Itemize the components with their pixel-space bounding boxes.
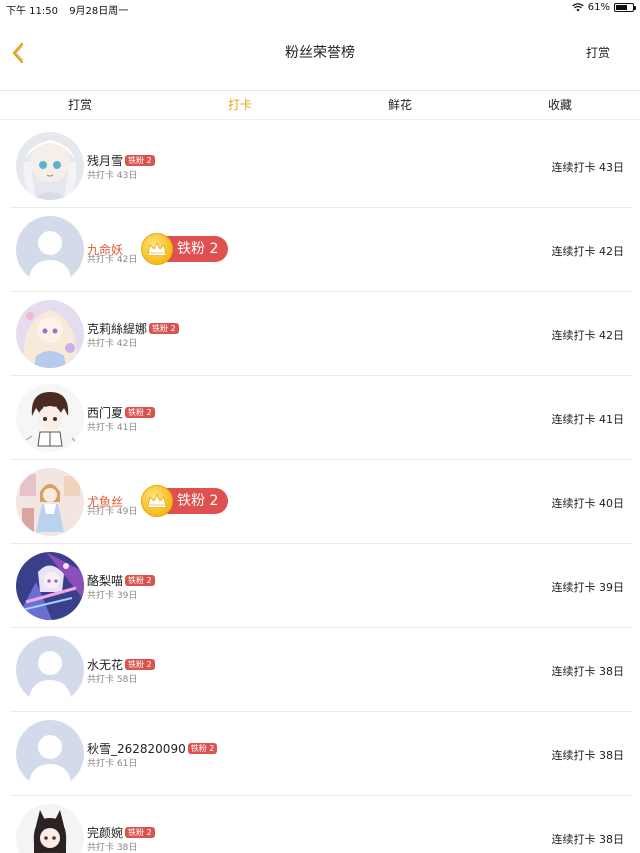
name-line: 水无花 铁粉 2 bbox=[87, 656, 155, 673]
tab-favorites[interactable]: 收藏 bbox=[480, 91, 640, 119]
default-avatar-icon bbox=[16, 720, 84, 788]
default-avatar-icon bbox=[16, 216, 84, 284]
fan-name[interactable]: 水无花 bbox=[87, 656, 123, 673]
streak-label: 连续打卡 42日 bbox=[551, 245, 625, 258]
tab-bar: 打赏 打卡 鲜花 收藏 bbox=[0, 90, 640, 120]
list-item[interactable]: 克莉絲緹娜 铁粉 2 共打卡 42日 连续打卡 42日 bbox=[10, 292, 632, 376]
fan-name[interactable]: 克莉絲緹娜 bbox=[87, 320, 147, 337]
avatar[interactable] bbox=[16, 552, 84, 620]
avatar[interactable] bbox=[16, 804, 84, 853]
list-item[interactable]: 九命妖 铁粉 2 共打卡 42日 连续打卡 42日 bbox=[10, 208, 632, 292]
avatar[interactable] bbox=[16, 300, 84, 368]
wifi-icon bbox=[572, 3, 584, 12]
tab-flowers[interactable]: 鲜花 bbox=[320, 91, 480, 119]
name-line: 残月雪 铁粉 2 bbox=[87, 152, 155, 169]
fan-level-badge: 铁粉 2 bbox=[141, 233, 229, 265]
avatar[interactable] bbox=[16, 132, 84, 200]
page-title: 粉丝荣誉榜 bbox=[285, 45, 355, 61]
fan-name[interactable]: 完颜婉 bbox=[87, 824, 123, 841]
list-item[interactable]: 秋雪_262820090 铁粉 2 共打卡 61日 连续打卡 38日 bbox=[10, 712, 632, 796]
fan-name[interactable]: 残月雪 bbox=[87, 152, 123, 169]
total-checkins: 共打卡 38日 bbox=[87, 843, 138, 853]
total-checkins: 共打卡 42日 bbox=[87, 339, 138, 349]
total-checkins: 共打卡 43日 bbox=[87, 171, 138, 181]
avatar[interactable] bbox=[16, 720, 84, 788]
name-line: 西门夏 铁粉 2 bbox=[87, 404, 155, 421]
fan-level-badge: 铁粉 2 bbox=[125, 407, 155, 418]
fan-level-badge: 铁粉 2 bbox=[125, 827, 155, 838]
avatar[interactable] bbox=[16, 216, 84, 284]
list-item[interactable]: 西门夏 铁粉 2 共打卡 41日 连续打卡 41日 bbox=[10, 376, 632, 460]
status-right: 61% bbox=[572, 2, 636, 13]
streak-label: 连续打卡 39日 bbox=[551, 581, 625, 594]
streak-label: 连续打卡 40日 bbox=[551, 497, 625, 510]
streak-label: 连续打卡 38日 bbox=[551, 749, 625, 762]
reward-button[interactable]: 打赏 bbox=[586, 44, 610, 61]
total-checkins: 共打卡 61日 bbox=[87, 759, 138, 769]
name-line: 完颜婉 铁粉 2 bbox=[87, 824, 155, 841]
fan-level-badge: 铁粉 2 bbox=[125, 575, 155, 586]
fan-name[interactable]: 秋雪_262820090 bbox=[87, 740, 186, 757]
streak-label: 连续打卡 42日 bbox=[551, 329, 625, 342]
total-checkins: 共打卡 58日 bbox=[87, 675, 138, 685]
fan-level-badge: 铁粉 2 bbox=[141, 485, 229, 517]
crown-icon bbox=[141, 485, 174, 517]
streak-label: 连续打卡 43日 bbox=[551, 161, 625, 174]
nav-bar: 粉丝荣誉榜 打赏 bbox=[0, 16, 640, 90]
streak-label: 连续打卡 38日 bbox=[551, 833, 625, 846]
list-item[interactable]: 残月雪 铁粉 2 共打卡 43日 连续打卡 43日 bbox=[10, 124, 632, 208]
list-item[interactable]: 水无花 铁粉 2 共打卡 58日 连续打卡 38日 bbox=[10, 628, 632, 712]
fan-level-badge: 铁粉 2 bbox=[187, 743, 218, 754]
avatar[interactable] bbox=[16, 384, 84, 452]
name-line: 克莉絲緹娜 铁粉 2 bbox=[87, 320, 179, 337]
tab-reward[interactable]: 打赏 bbox=[0, 91, 160, 119]
default-avatar-icon bbox=[16, 636, 84, 704]
status-left: 下午 11:50 9月28日周一 bbox=[6, 2, 128, 17]
list-item[interactable]: 完颜婉 铁粉 2 共打卡 38日 连续打卡 38日 bbox=[10, 796, 632, 853]
fan-level-badge: 铁粉 2 bbox=[149, 323, 179, 334]
tab-checkin[interactable]: 打卡 bbox=[160, 91, 320, 119]
fan-name[interactable]: 酪梨喵 bbox=[87, 572, 123, 589]
crown-icon bbox=[141, 233, 174, 265]
avatar[interactable] bbox=[16, 468, 84, 536]
status-bar: 下午 11:50 9月28日周一 61% bbox=[0, 0, 640, 17]
total-checkins: 共打卡 49日 bbox=[87, 507, 138, 517]
avatar[interactable] bbox=[16, 636, 84, 704]
fan-level-badge: 铁粉 2 bbox=[125, 155, 155, 166]
name-line: 酪梨喵 铁粉 2 bbox=[87, 572, 155, 589]
streak-label: 连续打卡 38日 bbox=[551, 665, 625, 678]
total-checkins: 共打卡 41日 bbox=[87, 423, 138, 433]
name-line: 秋雪_262820090 铁粉 2 bbox=[87, 740, 218, 757]
fan-level-badge: 铁粉 2 bbox=[125, 659, 155, 670]
list-item[interactable]: 尤鱼丝 铁粉 2 共打卡 49日 连续打卡 40日 bbox=[10, 460, 632, 544]
list-item[interactable]: 酪梨喵 铁粉 2 共打卡 39日 连续打卡 39日 bbox=[10, 544, 632, 628]
total-checkins: 共打卡 39日 bbox=[87, 591, 138, 601]
battery-icon bbox=[614, 3, 636, 12]
battery-percent: 61% bbox=[587, 2, 610, 13]
fan-name[interactable]: 西门夏 bbox=[87, 404, 123, 421]
streak-label: 连续打卡 41日 bbox=[551, 413, 625, 426]
total-checkins: 共打卡 42日 bbox=[87, 255, 138, 265]
